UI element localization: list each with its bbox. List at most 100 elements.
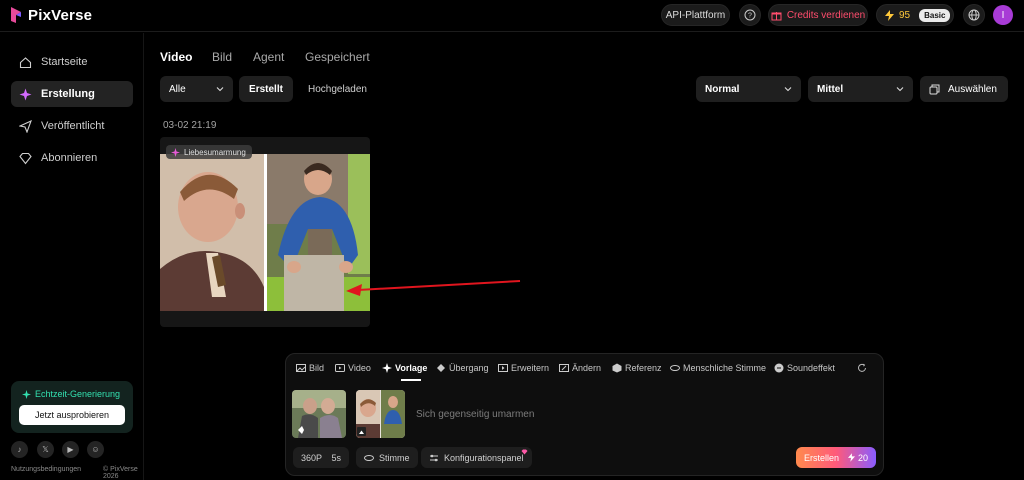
- template-tag-label: Liebesumarmung: [184, 147, 246, 157]
- api-platform-button[interactable]: API-Plattform: [661, 4, 730, 26]
- panel-tab-label: Erweitern: [511, 363, 550, 373]
- lightning-icon: [847, 453, 855, 462]
- sidebar: Startseite Erstellung Veröffentlicht Abo…: [0, 33, 144, 480]
- template-preview-image: [292, 390, 346, 438]
- sidebar-item-veroeffentlicht[interactable]: Veröffentlicht: [11, 113, 133, 139]
- promo-title-text: Echtzeit-Generierung: [35, 389, 121, 399]
- plan-badge: Basic: [919, 8, 951, 22]
- sparkle-icon: [19, 88, 32, 100]
- duration-value: 5s: [331, 452, 341, 463]
- help-button[interactable]: ?: [739, 4, 761, 26]
- terms-link[interactable]: Nutzungsbedingungen: [11, 466, 81, 473]
- select-label: Auswählen: [948, 83, 997, 95]
- language-button[interactable]: [963, 4, 985, 26]
- config-panel-button[interactable]: Konfigurationspanel: [421, 447, 532, 468]
- panel-tab-referenz[interactable]: Referenz: [612, 363, 662, 373]
- annotation-arrow: [346, 280, 521, 296]
- panel-tab-menschliche-stimme[interactable]: Menschliche Stimme: [670, 363, 766, 373]
- uploaded-image-thumbnail[interactable]: [356, 390, 405, 438]
- filter-created-button[interactable]: Erstellt: [239, 76, 293, 102]
- panel-tab-vorlage[interactable]: Vorlage: [382, 363, 427, 373]
- home-icon: [19, 56, 32, 68]
- sound-icon: [774, 363, 784, 373]
- panel-tab-label: Soundeffekt: [787, 363, 835, 373]
- size-value: Mittel: [817, 83, 844, 95]
- panel-tab-soundeffekt[interactable]: Soundeffekt: [774, 363, 835, 373]
- tab-gespeichert[interactable]: Gespeichert: [305, 50, 370, 64]
- credits-count: 95: [899, 9, 911, 21]
- tiktok-icon[interactable]: ♪: [11, 441, 28, 458]
- panel-tab-bild[interactable]: Bild: [296, 363, 324, 373]
- realtime-promo: Echtzeit-Generierung Jetzt ausprobieren: [11, 381, 133, 433]
- create-button[interactable]: Erstellen 20: [796, 447, 876, 468]
- panel-tab-label: Übergang: [449, 363, 489, 373]
- prompt-text[interactable]: Sich gegenseitig umarmen: [416, 409, 534, 420]
- tab-agent[interactable]: Agent: [253, 50, 284, 64]
- sidebar-item-startseite[interactable]: Startseite: [11, 49, 133, 75]
- template-tag: Liebesumarmung: [166, 145, 252, 159]
- resolution-value: 360P: [301, 452, 323, 463]
- diamond-icon: [19, 152, 32, 164]
- config-label: Konfigurationspanel: [444, 452, 524, 463]
- question-icon: ?: [744, 9, 756, 21]
- panel-tab-label: Referenz: [625, 363, 662, 373]
- voice-label: Stimme: [379, 452, 410, 463]
- scope-dropdown[interactable]: Alle: [160, 76, 233, 102]
- x-icon[interactable]: 𝕏: [37, 441, 54, 458]
- video-icon: [335, 364, 345, 372]
- panel-tab-label: Vorlage: [395, 363, 428, 373]
- sidebar-item-label: Erstellung: [41, 88, 95, 100]
- panel-tab-aendern[interactable]: Ändern: [559, 363, 601, 373]
- earn-credits-button[interactable]: Credits verdienen: [768, 4, 868, 26]
- chevron-down-icon: [896, 87, 904, 92]
- filter-uploaded-button[interactable]: Hochgeladen: [308, 76, 367, 102]
- reset-icon[interactable]: [857, 363, 867, 373]
- gift-icon: [771, 11, 782, 20]
- template-preview-thumbnail[interactable]: [292, 390, 346, 438]
- send-icon: [19, 119, 32, 133]
- sidebar-item-erstellung[interactable]: Erstellung: [11, 81, 133, 107]
- credits-balance[interactable]: 95 Basic: [876, 4, 954, 26]
- image-icon: [296, 364, 306, 372]
- user-avatar[interactable]: I: [993, 5, 1013, 25]
- logo[interactable]: PixVerse: [10, 6, 92, 24]
- sidebar-item-label: Startseite: [41, 56, 88, 68]
- try-now-button[interactable]: Jetzt ausprobieren: [19, 405, 125, 425]
- select-button[interactable]: Auswählen: [920, 76, 1008, 102]
- video-card[interactable]: [160, 137, 370, 327]
- scope-value: Alle: [169, 83, 186, 95]
- active-tab-indicator: [401, 379, 421, 381]
- sidebar-item-label: Abonnieren: [41, 152, 98, 164]
- copy-icon: [929, 84, 940, 94]
- promo-title: Echtzeit-Generierung: [22, 389, 120, 399]
- panel-tab-label: Video: [348, 363, 371, 373]
- size-dropdown[interactable]: Mittel: [808, 76, 913, 102]
- create-cost: 20: [847, 453, 868, 463]
- youtube-icon[interactable]: ▶: [62, 441, 79, 458]
- sparkle-icon: [171, 147, 180, 157]
- quality-dropdown[interactable]: Normal: [696, 76, 801, 102]
- lightning-icon: [885, 9, 894, 21]
- sliders-icon: [430, 454, 438, 461]
- lips-icon: [670, 365, 680, 371]
- video-thumbnail: [160, 154, 370, 311]
- panel-tab-label: Menschliche Stimme: [683, 363, 767, 373]
- edit-icon: [559, 364, 569, 372]
- sidebar-item-abonnieren[interactable]: Abonnieren: [11, 145, 133, 171]
- panel-tab-video[interactable]: Video: [335, 363, 371, 373]
- discord-icon[interactable]: ☺: [87, 441, 104, 458]
- tab-bild[interactable]: Bild: [212, 50, 232, 64]
- panel-tab-uebergang[interactable]: Übergang: [436, 363, 489, 373]
- sparkle-icon: [22, 389, 31, 399]
- voice-button[interactable]: Stimme: [356, 447, 418, 468]
- tab-video[interactable]: Video: [160, 50, 192, 64]
- date-group-label: 03-02 21:19: [163, 120, 217, 131]
- panel-tab-erweitern[interactable]: Erweitern: [498, 363, 549, 373]
- brand-name: PixVerse: [28, 6, 93, 24]
- globe-icon: [968, 9, 980, 21]
- earn-credits-label: Credits verdienen: [786, 9, 866, 21]
- pixverse-logo-icon: [11, 7, 21, 23]
- panel-tab-label: Ändern: [572, 363, 602, 373]
- resolution-duration-selector[interactable]: 360P 5s: [293, 447, 349, 468]
- chevron-down-icon: [784, 87, 792, 92]
